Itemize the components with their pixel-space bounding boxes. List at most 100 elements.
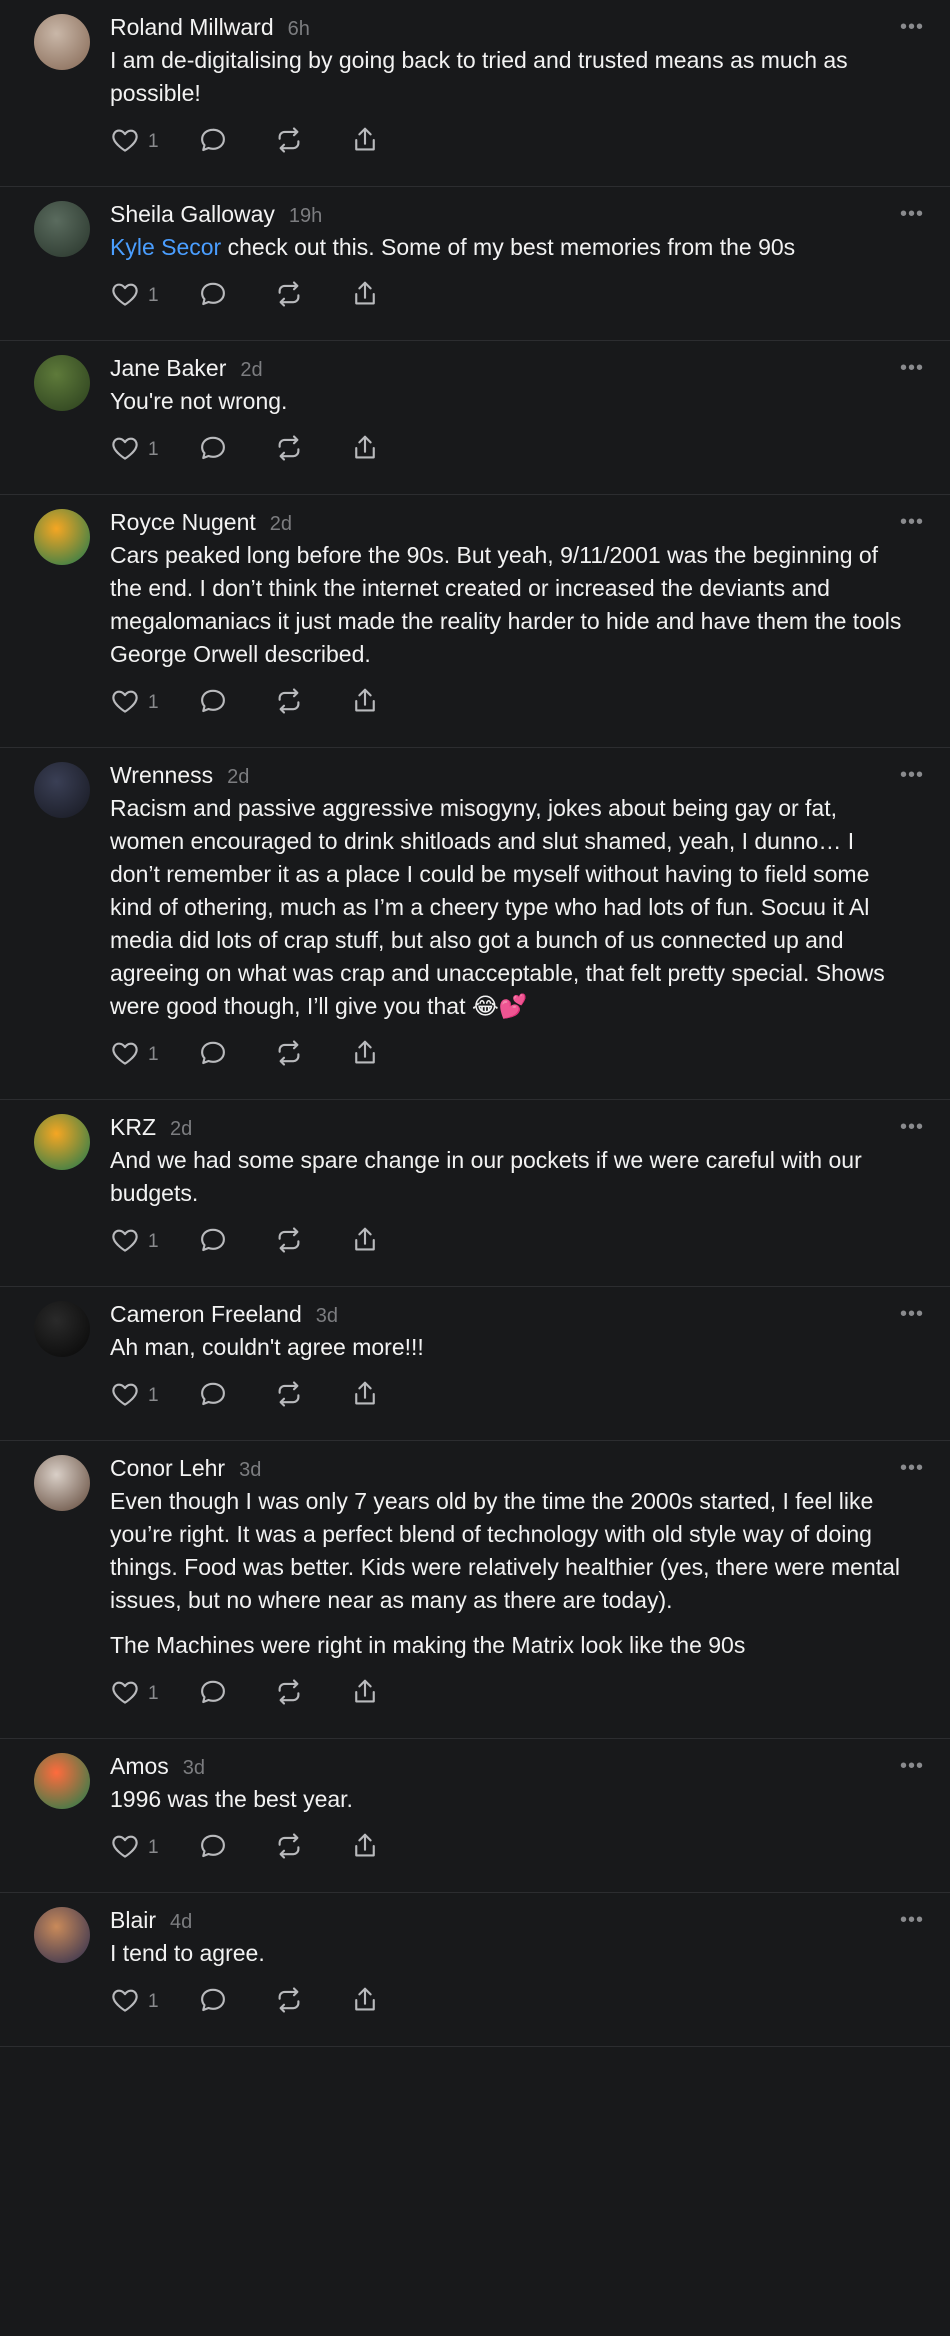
more-options-button[interactable]: ••• [900,16,924,39]
reply-button[interactable] [198,1831,274,1866]
author-name[interactable]: Roland Millward [110,14,274,41]
avatar[interactable] [34,762,90,818]
comment-body: Roland Millward 6h I am de-digitalising by… [110,14,916,186]
comment-paragraph: Racism and passive aggressive misogyny, … [110,795,885,1019]
like-count: 1 [148,1683,159,1704]
like-button[interactable]: 1 [110,1831,198,1866]
avatar[interactable] [34,355,90,411]
timestamp: 2d [240,359,263,381]
repost-button[interactable] [274,1831,350,1866]
author-name[interactable]: Jane Baker [110,355,226,382]
comment-text: Even though I was only 7 years old by th… [110,1485,906,1662]
share-button[interactable] [350,125,390,160]
author-name[interactable]: Amos [110,1753,169,1780]
reply-button[interactable] [198,125,274,160]
avatar[interactable] [34,1301,90,1357]
repost-arrows-icon [274,1225,304,1260]
repost-button[interactable] [274,686,350,721]
action-bar: 1 [110,428,906,472]
avatar[interactable] [34,1907,90,1963]
like-button[interactable]: 1 [110,125,198,160]
reply-button[interactable] [198,1379,274,1414]
like-button[interactable]: 1 [110,1225,198,1260]
avatar[interactable] [34,1753,90,1809]
repost-button[interactable] [274,1225,350,1260]
author-name[interactable]: Wrenness [110,762,213,789]
repost-button[interactable] [274,279,350,314]
repost-button[interactable] [274,1038,350,1073]
share-button[interactable] [350,433,390,468]
author-name[interactable]: KRZ [110,1114,156,1141]
like-button[interactable]: 1 [110,1677,198,1712]
avatar[interactable] [34,1114,90,1170]
more-options-button[interactable]: ••• [900,1457,924,1480]
share-button[interactable] [350,1677,390,1712]
heart-icon [110,1985,140,2020]
avatar[interactable] [34,509,90,565]
comment-body: Royce Nugent 2d Cars peaked long before th… [110,509,916,747]
like-button[interactable]: 1 [110,686,198,721]
heart-icon [110,1831,140,1866]
more-options-button[interactable]: ••• [900,203,924,226]
repost-button[interactable] [274,433,350,468]
author-name[interactable]: Royce Nugent [110,509,256,536]
share-button[interactable] [350,1985,390,2020]
like-button[interactable]: 1 [110,1038,198,1073]
action-bar: 1 [110,1220,906,1264]
more-options-button[interactable]: ••• [900,1909,924,1932]
action-bar: 1 [110,1033,906,1077]
repost-arrows-icon [274,1677,304,1712]
comment-body: Blair 4d I tend to agree. 1 [110,1907,916,2046]
reply-button[interactable] [198,279,274,314]
more-options-button[interactable]: ••• [900,764,924,787]
avatar[interactable] [34,201,90,257]
repost-button[interactable] [274,1985,350,2020]
comment-paragraph: Cars peaked long before the 90s. But yea… [110,542,902,667]
repost-button[interactable] [274,125,350,160]
share-upload-icon [350,1677,380,1712]
share-button[interactable] [350,1379,390,1414]
like-button[interactable]: 1 [110,1379,198,1414]
reply-button[interactable] [198,1677,274,1712]
timestamp: 3d [239,1459,262,1481]
like-count: 1 [148,1837,159,1858]
reply-button[interactable] [198,1225,274,1260]
reply-button[interactable] [198,1985,274,2020]
repost-arrows-icon [274,1831,304,1866]
more-options-button[interactable]: ••• [900,1755,924,1778]
reply-button[interactable] [198,686,274,721]
share-button[interactable] [350,279,390,314]
share-button[interactable] [350,1225,390,1260]
share-button[interactable] [350,686,390,721]
like-button[interactable]: 1 [110,433,198,468]
comment-header: Roland Millward 6h [110,14,906,44]
author-name[interactable]: Blair [110,1907,156,1934]
more-options-button[interactable]: ••• [900,511,924,534]
mention-link[interactable]: Kyle Secor [110,234,221,260]
reply-button[interactable] [198,1038,274,1073]
more-options-button[interactable]: ••• [900,1116,924,1139]
repost-arrows-icon [274,125,304,160]
share-button[interactable] [350,1038,390,1073]
author-name[interactable]: Cameron Freeland [110,1301,302,1328]
comment-paragraph: I tend to agree. [110,1940,265,1966]
comment-body: Sheila Galloway 19h Kyle Secor check out t… [110,201,916,340]
speech-bubble-icon [198,686,228,721]
more-options-button[interactable]: ••• [900,357,924,380]
like-button[interactable]: 1 [110,1985,198,2020]
comment-card: Cameron Freeland 3d Ah man, couldn't agree… [0,1287,950,1441]
author-name[interactable]: Sheila Galloway [110,201,275,228]
comment-body: Wrenness 2d Racism and passive aggressive … [110,762,916,1099]
share-button[interactable] [350,1831,390,1866]
repost-button[interactable] [274,1677,350,1712]
repost-button[interactable] [274,1379,350,1414]
avatar[interactable] [34,14,90,70]
heart-icon [110,1379,140,1414]
more-options-button[interactable]: ••• [900,1303,924,1326]
reply-button[interactable] [198,433,274,468]
comment-text: You're not wrong. [110,385,906,418]
like-button[interactable]: 1 [110,279,198,314]
repost-arrows-icon [274,279,304,314]
author-name[interactable]: Conor Lehr [110,1455,225,1482]
avatar[interactable] [34,1455,90,1511]
